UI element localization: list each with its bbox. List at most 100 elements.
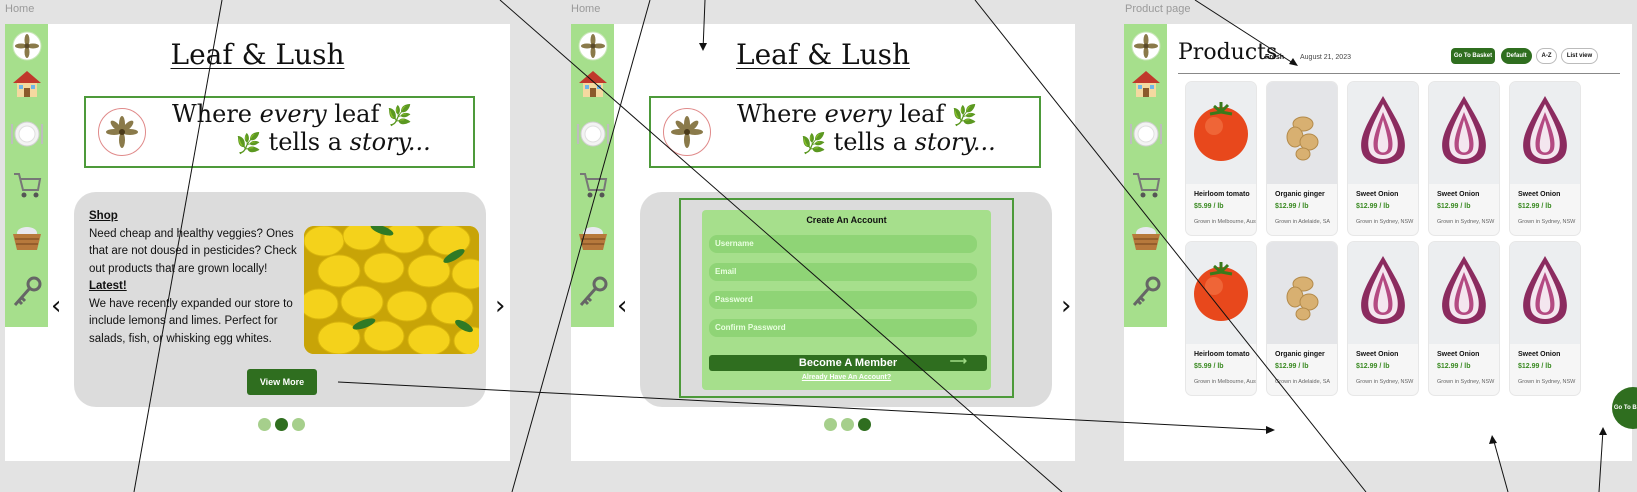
key-icon bbox=[13, 276, 42, 306]
username-field[interactable]: Username bbox=[709, 235, 977, 253]
tagline-line-2: 🌿 tells a story... bbox=[801, 128, 996, 156]
product-card[interactable]: Heirloom tomato $5.99 / lb Grown in Melbou… bbox=[1185, 81, 1257, 236]
page-title: Leaf & Lush bbox=[170, 38, 345, 71]
sidebar bbox=[1124, 24, 1167, 327]
email-field[interactable]: Email bbox=[709, 263, 977, 281]
product-image-onion bbox=[1510, 242, 1580, 344]
house-icon bbox=[1132, 71, 1160, 97]
sidebar-item-house[interactable] bbox=[1128, 66, 1164, 102]
plate-icon bbox=[577, 121, 609, 147]
already-have-account-link[interactable]: Already Have An Account? bbox=[702, 374, 991, 381]
sort-default-button[interactable]: Default bbox=[1501, 48, 1532, 64]
product-origin: Grown in Sydney, NSW bbox=[1518, 219, 1576, 225]
sidebar-item-home-logo[interactable] bbox=[1128, 28, 1164, 64]
shop-text: Need cheap and healthy veggies? Ones tha… bbox=[89, 227, 297, 275]
carousel-prev-button[interactable]: ‹ bbox=[51, 291, 61, 321]
carousel-dot-1[interactable] bbox=[824, 418, 837, 431]
carousel-dot-2[interactable] bbox=[841, 418, 854, 431]
basket-icon bbox=[13, 227, 41, 250]
product-origin: Grown in Adelaide, SA bbox=[1275, 219, 1331, 225]
product-name: Sweet Onion bbox=[1437, 191, 1480, 198]
sidebar-item-plate[interactable] bbox=[9, 116, 45, 152]
product-card[interactable]: Organic ginger $12.99 / lb Grown in Adelai… bbox=[1266, 241, 1338, 396]
latest-text: We have recently expanded our store to i… bbox=[89, 297, 293, 345]
carousel-prev-button[interactable]: ‹ bbox=[617, 291, 627, 321]
product-origin: Grown in Sydney, NSW bbox=[1518, 379, 1576, 385]
sidebar-item-plate[interactable] bbox=[575, 116, 611, 152]
tagline-line-1: Where every leaf 🌿 bbox=[172, 100, 412, 128]
go-to-basket-button[interactable]: Go To Basket bbox=[1451, 48, 1495, 64]
carousel-next-button[interactable]: › bbox=[495, 291, 505, 321]
product-origin: Grown in Melbourne, Australia bbox=[1194, 379, 1256, 385]
product-card[interactable]: Organic ginger $12.99 / lb Grown in Adelai… bbox=[1266, 81, 1338, 236]
product-origin: Grown in Melbourne, Australia bbox=[1194, 219, 1256, 225]
signup-form-outline: Create An Account Username Email Passwor… bbox=[679, 198, 1014, 398]
signup-form: Create An Account Username Email Passwor… bbox=[702, 210, 991, 390]
sidebar-item-key[interactable] bbox=[575, 274, 611, 310]
signup-frame: Leaf & Lush Where every leaf 🌿 🌿 tells a… bbox=[571, 24, 1075, 461]
carousel-dots bbox=[824, 418, 871, 431]
product-price: $5.99 / lb bbox=[1194, 203, 1224, 210]
sidebar-item-cart[interactable] bbox=[9, 166, 45, 202]
product-name: Heirloom tomato bbox=[1194, 351, 1250, 358]
shop-heading: Shop bbox=[89, 210, 118, 222]
product-card[interactable]: Sweet Onion $12.99 / lb Grown in Sydney, N… bbox=[1509, 241, 1581, 396]
sidebar-item-basket[interactable] bbox=[575, 219, 611, 255]
product-name: Sweet Onion bbox=[1356, 191, 1399, 198]
carousel-next-button[interactable]: › bbox=[1061, 291, 1071, 321]
product-image-ginger bbox=[1267, 82, 1337, 184]
product-card[interactable]: Heirloom tomato $5.99 / lb Grown in Melbou… bbox=[1185, 241, 1257, 396]
product-card[interactable]: Sweet Onion $12.99 / lb Grown in Sydney, N… bbox=[1347, 241, 1419, 396]
product-origin: Grown in Sydney, NSW bbox=[1437, 219, 1495, 225]
carousel-dot-3[interactable] bbox=[292, 418, 305, 431]
sidebar-item-key[interactable] bbox=[1128, 274, 1164, 310]
sidebar-item-key[interactable] bbox=[9, 274, 45, 310]
product-image-onion bbox=[1348, 242, 1418, 344]
carousel-dots bbox=[258, 418, 305, 431]
signup-card: Create An Account Username Email Passwor… bbox=[640, 192, 1052, 407]
home-feature-card: Shop Need cheap and healthy veggies? One… bbox=[74, 192, 486, 407]
floating-go-to-basket-button[interactable]: Go To Basket bbox=[1612, 387, 1637, 429]
key-icon bbox=[1132, 276, 1161, 306]
sort-az-button[interactable]: A-Z bbox=[1536, 48, 1557, 64]
sidebar-item-basket[interactable] bbox=[1128, 219, 1164, 255]
product-card[interactable]: Sweet Onion $12.99 / lb Grown in Sydney, N… bbox=[1509, 81, 1581, 236]
product-image-tomato bbox=[1186, 242, 1256, 344]
leaf-icon: 🌿 bbox=[386, 103, 412, 127]
product-name: Organic ginger bbox=[1275, 191, 1325, 198]
house-icon bbox=[579, 71, 607, 97]
view-more-button[interactable]: View More bbox=[247, 369, 317, 395]
arrow-right-icon: ⟶ bbox=[949, 354, 967, 368]
sidebar-item-basket[interactable] bbox=[9, 219, 45, 255]
sidebar-item-cart[interactable] bbox=[1128, 166, 1164, 202]
product-name: Organic ginger bbox=[1275, 351, 1325, 358]
plate-icon bbox=[11, 121, 43, 147]
product-price: $12.99 / lb bbox=[1518, 203, 1552, 210]
sidebar-item-house[interactable] bbox=[575, 66, 611, 102]
product-card[interactable]: Sweet Onion $12.99 / lb Grown in Sydney, N… bbox=[1428, 81, 1500, 236]
product-card[interactable]: Sweet Onion $12.99 / lb Grown in Sydney, N… bbox=[1347, 81, 1419, 236]
become-member-button[interactable]: Become A Member ⟶ bbox=[709, 354, 987, 371]
product-card[interactable]: Sweet Onion $12.99 / lb Grown in Sydney, N… bbox=[1428, 241, 1500, 396]
carousel-dot-3[interactable] bbox=[858, 418, 871, 431]
shopping-cart-icon bbox=[14, 173, 42, 198]
products-title: Products bbox=[1178, 40, 1278, 65]
list-view-button[interactable]: List view bbox=[1561, 48, 1598, 64]
key-icon bbox=[579, 276, 608, 306]
confirm-password-field[interactable]: Confirm Password bbox=[709, 319, 977, 337]
lotus-logo-icon bbox=[98, 108, 146, 156]
home-frame: Leaf & Lush Where every leaf 🌿 🌿 tells a… bbox=[5, 24, 510, 461]
product-origin: Grown in Sydney, NSW bbox=[1356, 219, 1414, 225]
sidebar-item-cart[interactable] bbox=[575, 166, 611, 202]
tagline-banner: Where every leaf 🌿 🌿 tells a story... bbox=[649, 96, 1041, 168]
password-field[interactable]: Password bbox=[709, 291, 977, 309]
product-price: $12.99 / lb bbox=[1518, 363, 1552, 370]
carousel-dot-1[interactable] bbox=[258, 418, 271, 431]
product-name: Heirloom tomato bbox=[1194, 191, 1250, 198]
sidebar-item-plate[interactable] bbox=[1128, 116, 1164, 152]
sidebar-item-house[interactable] bbox=[9, 66, 45, 102]
carousel-dot-2[interactable] bbox=[275, 418, 288, 431]
header-divider bbox=[1178, 73, 1620, 74]
product-origin: Grown in Sydney, NSW bbox=[1437, 379, 1495, 385]
leaf-icon: 🌿 bbox=[801, 131, 826, 155]
